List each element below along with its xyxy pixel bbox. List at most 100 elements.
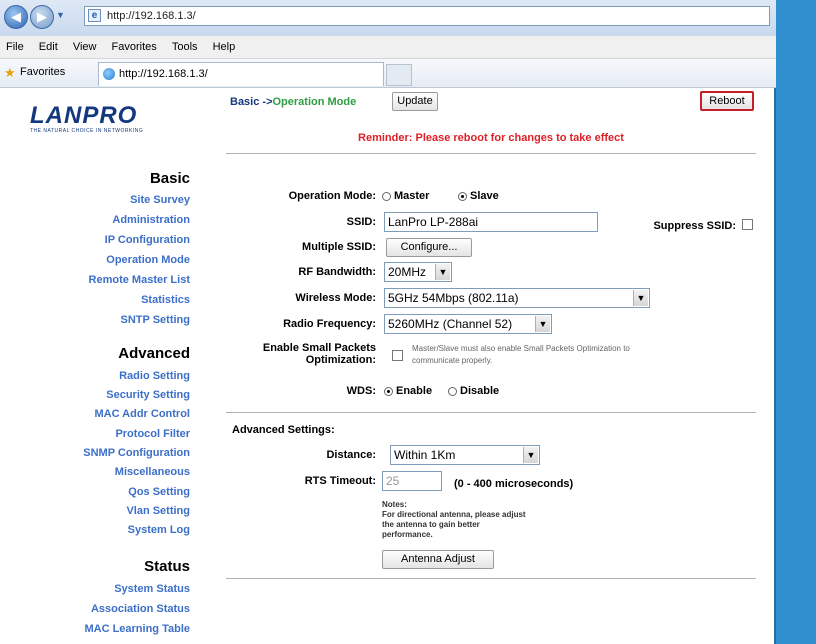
star-icon[interactable]: ★ — [4, 65, 16, 81]
ie-page-icon — [103, 68, 115, 80]
chevron-down-icon: ▼ — [435, 264, 450, 280]
radio-frequency-value: 5260MHz (Channel 52) — [388, 317, 513, 331]
forward-icon[interactable]: ▶ — [30, 5, 54, 29]
rf-bandwidth-value: 20MHz — [388, 265, 427, 279]
notes-line-2: the antenna to gain better — [382, 520, 480, 529]
nav-remote-master-list[interactable]: Remote Master List — [89, 274, 190, 286]
menu-edit[interactable]: Edit — [33, 36, 64, 58]
radio-frequency-select[interactable]: 5260MHz (Channel 52) ▼ — [384, 314, 552, 334]
distance-value: Within 1Km — [394, 448, 456, 462]
nav-qos-setting[interactable]: Qos Setting — [128, 486, 190, 498]
url-text: http://192.168.1.3/ — [107, 10, 196, 22]
browser-window: ◀ ▶ ▼ e http://192.168.1.3/ File Edit Vi… — [0, 0, 776, 644]
nav-sntp-setting[interactable]: SNTP Setting — [121, 314, 190, 326]
url-field[interactable]: e http://192.168.1.3/ — [84, 6, 770, 26]
favorites-bar: ★ Favorites http://192.168.1.3/ — [0, 59, 776, 88]
notes-line-1: For directional antenna, please adjust — [382, 510, 526, 519]
antenna-adjust-button[interactable]: Antenna Adjust — [382, 550, 494, 569]
reminder-text: Reminder: Please reboot for changes to t… — [358, 132, 624, 144]
nav-operation-mode[interactable]: Operation Mode — [106, 254, 190, 266]
nav-protocol-filter[interactable]: Protocol Filter — [115, 428, 190, 440]
page-content: LANPRO THE NATURAL CHOICE IN NETWORKING … — [0, 88, 774, 644]
nav-site-survey[interactable]: Site Survey — [130, 194, 190, 206]
nav-ip-configuration[interactable]: IP Configuration — [105, 234, 190, 246]
advanced-settings-label: Advanced Settings: — [232, 424, 335, 436]
wds-disable-radio[interactable] — [448, 387, 457, 396]
lanpro-logo: LANPRO THE NATURAL CHOICE IN NETWORKING — [30, 102, 190, 134]
menu-tools[interactable]: Tools — [166, 36, 204, 58]
wds-disable-label: Disable — [460, 385, 500, 397]
distance-label: Distance: — [326, 449, 376, 461]
operation-mode-label: Operation Mode: — [288, 190, 376, 202]
wireless-mode-select[interactable]: 5GHz 54Mbps (802.11a) ▼ — [384, 288, 650, 308]
small-packets-checkbox[interactable] — [392, 350, 403, 361]
chevron-down-icon: ▼ — [535, 316, 550, 332]
new-tab-button[interactable] — [386, 64, 412, 86]
divider — [226, 153, 756, 154]
operation-mode-slave-radio[interactable] — [458, 192, 467, 201]
breadcrumb-basic: Basic -> — [230, 96, 273, 108]
breadcrumb: Basic ->Operation Mode — [230, 96, 356, 108]
nav-radio-setting[interactable]: Radio Setting — [119, 370, 190, 382]
section-title-basic: Basic — [149, 170, 190, 187]
menu-file[interactable]: File — [0, 36, 30, 58]
section-title-status: Status — [144, 558, 190, 575]
nav-mac-learning-table[interactable]: MAC Learning Table — [84, 623, 190, 635]
reboot-button[interactable]: Reboot — [700, 91, 754, 111]
nav-statistics[interactable]: Statistics — [141, 294, 190, 306]
operation-mode-master-radio[interactable] — [382, 192, 391, 201]
sidebar: LANPRO THE NATURAL CHOICE IN NETWORKING … — [0, 88, 200, 644]
browser-tab[interactable]: http://192.168.1.3/ — [98, 62, 384, 86]
small-packets-note-2: communicate properly. — [412, 356, 493, 365]
ssid-label: SSID: — [346, 216, 376, 228]
menu-view[interactable]: View — [67, 36, 103, 58]
nav-miscellaneous[interactable]: Miscellaneous — [115, 466, 190, 478]
rts-timeout-input[interactable]: 25 — [382, 471, 442, 491]
nav-security-setting[interactable]: Security Setting — [106, 389, 190, 401]
suppress-ssid-label: Suppress SSID: — [653, 220, 736, 232]
section-title-advanced: Advanced — [118, 345, 190, 362]
operation-mode-master-label: Master — [394, 190, 430, 202]
multiple-ssid-label: Multiple SSID: — [302, 241, 376, 253]
rf-bandwidth-label: RF Bandwidth: — [298, 266, 376, 278]
notes-title: Notes: — [382, 500, 407, 509]
wds-label: WDS: — [346, 385, 376, 397]
nav-vlan-setting[interactable]: Vlan Setting — [126, 505, 190, 517]
wds-enable-radio[interactable] — [384, 387, 393, 396]
suppress-ssid-checkbox[interactable] — [742, 219, 753, 230]
rf-bandwidth-select[interactable]: 20MHz ▼ — [384, 262, 452, 282]
rts-timeout-range: (0 - 400 microseconds) — [454, 478, 574, 490]
small-packets-note-1: Master/Slave must also enable Small Pack… — [412, 344, 630, 353]
rts-timeout-label: RTS Timeout: — [304, 475, 376, 487]
address-bar: ◀ ▶ ▼ e http://192.168.1.3/ — [0, 0, 776, 37]
configure-button[interactable]: Configure... — [386, 238, 472, 257]
back-icon[interactable]: ◀ — [4, 5, 28, 29]
nav-association-status[interactable]: Association Status — [91, 603, 190, 615]
logo-text: LANPRO — [30, 102, 138, 129]
logo-tagline: THE NATURAL CHOICE IN NETWORKING — [30, 128, 144, 134]
page-icon: e — [88, 9, 101, 22]
nav-administration[interactable]: Administration — [112, 214, 190, 226]
menu-bar: File Edit View Favorites Tools Help — [0, 36, 776, 59]
favorites-button[interactable]: Favorites — [20, 66, 65, 78]
nav-system-log[interactable]: System Log — [128, 524, 190, 536]
chevron-down-icon: ▼ — [633, 290, 648, 306]
distance-select[interactable]: Within 1Km ▼ — [390, 445, 540, 465]
wds-enable-label: Enable — [396, 385, 433, 397]
update-button[interactable]: Update — [392, 92, 438, 111]
small-packets-label-1: Enable Small Packets — [262, 342, 376, 354]
breadcrumb-page: Operation Mode — [272, 96, 357, 108]
notes-line-3: performance. — [382, 530, 433, 539]
nav-mac-addr-control[interactable]: MAC Addr Control — [94, 408, 190, 420]
nav-system-status[interactable]: System Status — [114, 583, 190, 595]
ssid-input[interactable]: LanPro LP-288ai — [384, 212, 598, 232]
wireless-mode-value: 5GHz 54Mbps (802.11a) — [388, 291, 519, 305]
dropdown-arrow-icon[interactable]: ▼ — [56, 10, 65, 20]
menu-help[interactable]: Help — [207, 36, 242, 58]
chevron-down-icon: ▼ — [523, 447, 538, 463]
nav-snmp-configuration[interactable]: SNMP Configuration — [83, 447, 190, 459]
divider — [226, 412, 756, 413]
radio-frequency-label: Radio Frequency: — [283, 318, 376, 330]
divider — [226, 578, 756, 579]
menu-favorites[interactable]: Favorites — [106, 36, 163, 58]
